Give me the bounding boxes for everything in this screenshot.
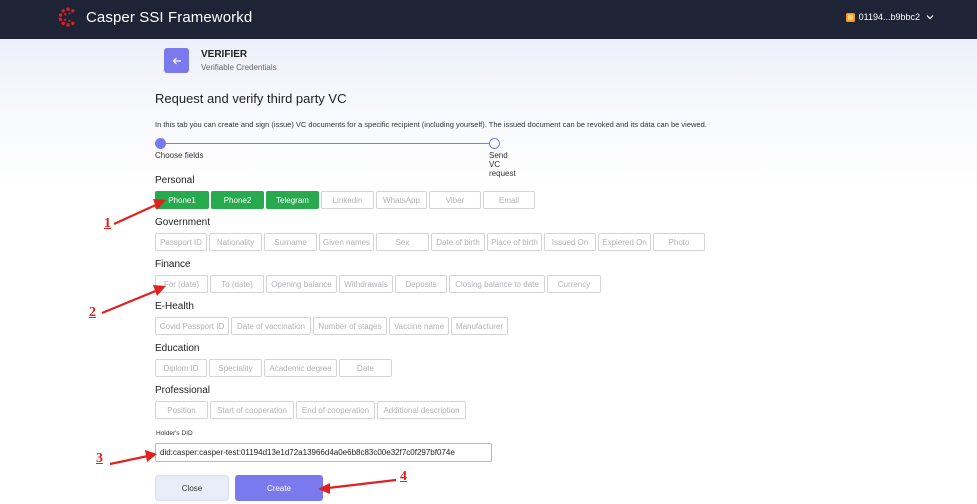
- top-bar: Casper SSI Frameworkd 01194...b9bbc2: [0, 0, 977, 39]
- field-chip-telegram[interactable]: Telegram: [266, 191, 319, 209]
- field-chip-sex[interactable]: Sex: [376, 233, 429, 251]
- annotation-number-2: 2: [89, 305, 96, 320]
- category-title-government: Government: [155, 217, 211, 228]
- field-chip-date-of-vaccination[interactable]: Date of vaccination: [231, 317, 311, 335]
- annotation-arrow-3: [109, 454, 149, 466]
- field-chip-end-of-cooperation[interactable]: End of cooperation: [296, 401, 375, 419]
- field-chip-surname[interactable]: Surname: [264, 233, 317, 251]
- annotation-number-1: 1: [104, 216, 111, 231]
- field-chip-place-of-birth[interactable]: Place of birth: [487, 233, 542, 251]
- field-chip-vaccine-name[interactable]: Vaccine name: [389, 317, 449, 335]
- field-chip-date-of-birth[interactable]: Date of birth: [431, 233, 485, 251]
- create-button[interactable]: Create: [235, 475, 323, 501]
- casper-logo-icon: [58, 7, 75, 27]
- chip-row-finance: For (date) To (date) Opening balance Wit…: [155, 275, 601, 293]
- field-chip-viber[interactable]: Viber: [429, 191, 481, 209]
- field-chip-issued-on[interactable]: Issued On: [544, 233, 596, 251]
- step-label-send-request: Send VC request: [489, 151, 516, 178]
- field-chip-manufacturer[interactable]: Manufacturer: [451, 317, 508, 335]
- page-description: In this tab you can create and sign (iss…: [155, 120, 707, 129]
- step-indicator-active: [155, 138, 166, 149]
- category-title-professional: Professional: [155, 385, 211, 396]
- category-title-finance: Finance: [155, 259, 191, 270]
- field-chip-start-of-cooperation[interactable]: Start of cooperation: [210, 401, 294, 419]
- account-address: 01194...b9bbc2: [858, 12, 920, 22]
- step-label-choose-fields: Choose fields: [155, 151, 204, 160]
- field-chip-email[interactable]: Email: [483, 191, 535, 209]
- field-chip-linkedin[interactable]: Linkedin: [321, 191, 374, 209]
- field-chip-expiered-on[interactable]: Expiered On: [598, 233, 651, 251]
- category-title-education: Education: [155, 343, 200, 354]
- account-icon: [845, 12, 855, 22]
- stepper: Choose fields Send VC request: [155, 137, 516, 178]
- holder-did-label: Holder's DID: [156, 430, 193, 437]
- annotation-arrow-4: [327, 478, 397, 490]
- field-chip-phone1[interactable]: Phone1: [155, 191, 209, 209]
- page-title: Request and verify third party VC: [155, 91, 347, 106]
- holder-did-input[interactable]: [155, 443, 492, 462]
- app-title: Casper SSI Frameworkd: [86, 9, 253, 26]
- field-chip-speciality[interactable]: Speciality: [209, 359, 262, 377]
- field-chip-whatsapp[interactable]: WhatsApp: [376, 191, 427, 209]
- section-title: VERIFIER: [201, 49, 248, 60]
- field-chip-number-of-stages[interactable]: Number of stages: [313, 317, 387, 335]
- chip-row-personal: Phone1 Phone2 Telegram Linkedin WhatsApp…: [155, 191, 535, 209]
- arrow-left-icon: [172, 57, 181, 64]
- field-chip-for-date[interactable]: For (date): [155, 275, 208, 293]
- field-chip-to-date[interactable]: To (date): [210, 275, 264, 293]
- step-indicator-inactive: [489, 138, 500, 149]
- field-chip-phone2[interactable]: Phone2: [211, 191, 264, 209]
- field-chip-opening-balance[interactable]: Opening balance: [266, 275, 337, 293]
- field-chip-photo[interactable]: Photo: [653, 233, 705, 251]
- category-title-personal: Personal: [155, 175, 195, 186]
- chevron-down-icon: [926, 15, 934, 20]
- field-chip-position[interactable]: Position: [155, 401, 208, 419]
- field-chip-nationality[interactable]: Nationality: [209, 233, 262, 251]
- field-chip-given-names[interactable]: Given names: [319, 233, 374, 251]
- account-menu[interactable]: 01194...b9bbc2: [845, 12, 935, 22]
- annotation-overlay: [101, 199, 397, 494]
- field-chip-deposits[interactable]: Deposits: [395, 275, 447, 293]
- section-subtitle: Verifiable Credentials: [201, 63, 277, 72]
- field-chip-additional-description[interactable]: Additional description: [377, 401, 466, 419]
- annotation-arrow-1: [113, 202, 159, 226]
- chip-row-professional: Position Start of cooperation End of coo…: [155, 401, 466, 419]
- chip-row-ehealth: Covid Passport ID Date of vaccination Nu…: [155, 317, 508, 335]
- stepper-line: [160, 143, 494, 144]
- field-chip-passport-id[interactable]: Passport ID: [155, 233, 207, 251]
- close-button[interactable]: Close: [155, 475, 229, 501]
- field-chip-covid-passport-id[interactable]: Covid Passport ID: [155, 317, 229, 335]
- field-chip-closing-balance[interactable]: Closing balance to date: [449, 275, 545, 293]
- annotation-number-4: 4: [400, 469, 407, 484]
- chip-row-government: Passport ID Nationality Surname Given na…: [155, 233, 705, 251]
- field-chip-date[interactable]: Date: [339, 359, 392, 377]
- field-chip-currency[interactable]: Currency: [547, 275, 601, 293]
- field-chip-diplom-id[interactable]: Diplom ID: [155, 359, 207, 377]
- category-title-ehealth: E-Health: [155, 301, 194, 312]
- field-chip-academic-degree[interactable]: Academic degree: [264, 359, 337, 377]
- annotation-number-3: 3: [96, 451, 103, 466]
- back-button[interactable]: [164, 48, 189, 73]
- chip-row-education: Diplom ID Speciality Academic degree Dat…: [155, 359, 392, 377]
- annotation-arrow-2: [101, 288, 159, 315]
- field-chip-withdrawals[interactable]: Withdrawals: [339, 275, 393, 293]
